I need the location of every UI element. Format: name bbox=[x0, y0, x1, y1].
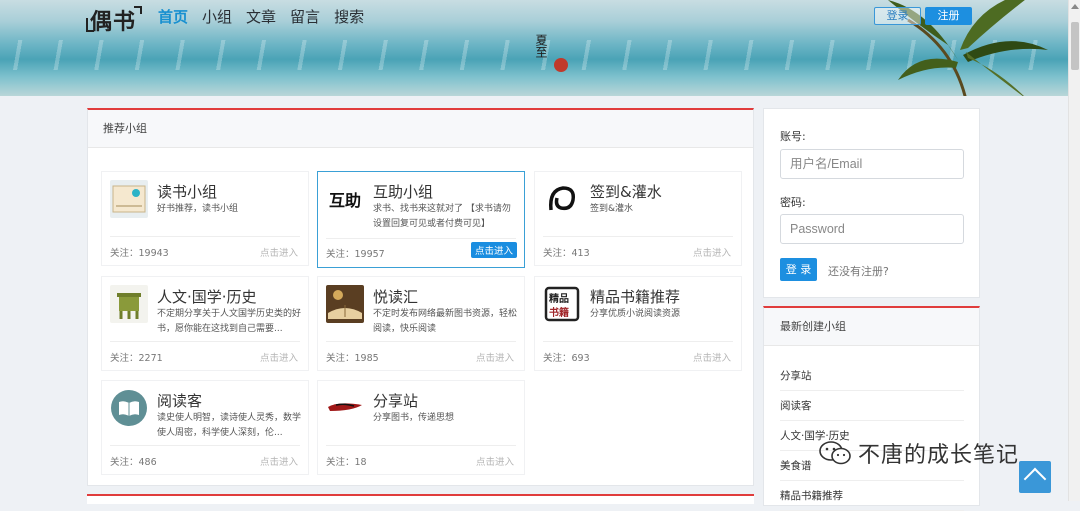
header-banner: 偶书 首页 小组 文章 留言 搜索 夏至 登录 注册 bbox=[0, 0, 1068, 96]
logo-text: 偶书 bbox=[90, 9, 137, 35]
new-group-item[interactable]: 分享站 bbox=[780, 361, 964, 391]
group-card[interactable]: 分享站 分享图书，传递思想 关注：18 点击进入 bbox=[317, 380, 525, 475]
divider bbox=[326, 238, 516, 239]
group-followers: 关注：18 bbox=[326, 457, 367, 468]
svg-text:互助: 互助 bbox=[329, 191, 361, 210]
divider bbox=[110, 236, 300, 237]
group-desc: 不定期分享关于人文国学历史类的好书，愿你能在这找到自己需要... bbox=[157, 309, 302, 334]
group-desc: 求书、找书来这就对了 【求书请勿设置回复可见或者付费可见】 bbox=[373, 204, 511, 229]
divider bbox=[543, 341, 733, 342]
scroll-up-arrow-icon[interactable] bbox=[1071, 4, 1079, 9]
back-to-top-button[interactable] bbox=[1019, 461, 1051, 493]
group-card[interactable]: 读书小组 好书推荐，读书小组 关注：19943 点击进入 bbox=[101, 171, 309, 266]
group-title[interactable]: 分享站 bbox=[373, 390, 418, 411]
group-title[interactable]: 签到&灌水 bbox=[590, 181, 662, 202]
divider bbox=[543, 236, 733, 237]
header-register-button[interactable]: 注册 bbox=[925, 7, 972, 25]
logo-bracket-left bbox=[86, 18, 94, 32]
up-arrow-icon bbox=[1023, 467, 1047, 491]
enter-link[interactable]: 点击进入 bbox=[260, 350, 298, 364]
group-followers: 关注：693 bbox=[543, 353, 590, 364]
scrollbar-thumb[interactable] bbox=[1071, 22, 1079, 70]
group-title[interactable]: 精品书籍推荐 bbox=[590, 286, 680, 307]
group-title[interactable]: 读书小组 bbox=[157, 181, 217, 202]
group-card[interactable]: 悦读汇 不定时发布网络最新图书资源，轻松阅读，快乐阅读 关注：1985 点击进入 bbox=[317, 276, 525, 371]
open-book-photo-icon bbox=[326, 285, 364, 323]
calligraphy-huzhu-icon: 互助 bbox=[326, 180, 364, 218]
main-nav: 首页 小组 文章 留言 搜索 bbox=[158, 6, 364, 27]
group-followers: 关注：1985 bbox=[326, 353, 379, 364]
account-label: 账号: bbox=[780, 130, 806, 143]
recommended-groups-panel: 推荐小组 读书小组 好书推荐，读书小组 关注：19943 点击进入 互助 互助小… bbox=[87, 108, 754, 486]
group-desc: 签到&灌水 bbox=[590, 204, 634, 214]
group-followers: 关注：486 bbox=[110, 457, 157, 468]
svg-text:精品: 精品 bbox=[549, 292, 569, 305]
nav-home[interactable]: 首页 bbox=[158, 6, 188, 27]
nav-search[interactable]: 搜索 bbox=[334, 6, 364, 27]
logo-bracket-right bbox=[134, 6, 143, 14]
site-logo[interactable]: 偶书 bbox=[86, 4, 143, 36]
svg-text:书籍: 书籍 bbox=[549, 306, 569, 319]
group-card[interactable]: 精品 书籍 精品书籍推荐 分享优质小说阅读资源 关注：693 点击进入 bbox=[534, 276, 742, 371]
enter-link[interactable]: 点击进入 bbox=[260, 245, 298, 259]
enter-link[interactable]: 点击进入 bbox=[693, 245, 731, 259]
panel-title: 推荐小组 bbox=[88, 110, 753, 148]
enter-button[interactable]: 点击进入 bbox=[470, 242, 517, 258]
swirl-logo-icon bbox=[543, 180, 581, 218]
nav-groups[interactable]: 小组 bbox=[202, 6, 232, 27]
group-card[interactable]: 人文·国学·历史 不定期分享关于人文国学历史类的好书，愿你能在这找到自己需要..… bbox=[101, 276, 309, 371]
password-label: 密码: bbox=[780, 196, 806, 209]
group-desc: 好书推荐，读书小组 bbox=[157, 204, 239, 214]
group-title[interactable]: 人文·国学·历史 bbox=[157, 286, 257, 307]
group-followers: 关注：2271 bbox=[110, 353, 163, 364]
enter-link[interactable]: 点击进入 bbox=[476, 350, 514, 364]
book-circle-icon bbox=[111, 390, 147, 426]
wechat-icon bbox=[819, 441, 851, 465]
group-card[interactable]: 互助 互助小组 求书、找书来这就对了 【求书请勿设置回复可见或者付费可见】 关注… bbox=[317, 171, 525, 268]
wechat-watermark: 不唐的成长笔记 bbox=[818, 437, 1019, 469]
banner-seal-text: 夏至 bbox=[534, 34, 548, 58]
enter-link[interactable]: 点击进入 bbox=[476, 454, 514, 468]
group-desc: 分享优质小说阅读资源 bbox=[590, 309, 681, 319]
reading-book-icon bbox=[110, 180, 148, 218]
group-title[interactable]: 互助小组 bbox=[373, 181, 433, 202]
header-login-button[interactable]: 登录 bbox=[874, 7, 921, 25]
red-seal-stamp-icon bbox=[554, 58, 568, 72]
next-panel-edge bbox=[87, 494, 754, 504]
watermark-text: 不唐的成长笔记 bbox=[858, 443, 1020, 468]
nav-messages[interactable]: 留言 bbox=[290, 6, 320, 27]
enter-link[interactable]: 点击进入 bbox=[260, 454, 298, 468]
account-input[interactable]: 用户名/Email bbox=[780, 149, 964, 179]
new-group-item[interactable]: 阅读客 bbox=[780, 391, 964, 421]
group-desc: 不定时发布网络最新图书资源，轻松阅读，快乐阅读 bbox=[373, 309, 518, 334]
enter-link[interactable]: 点击进入 bbox=[693, 350, 731, 364]
password-input[interactable]: Password bbox=[780, 214, 964, 244]
nav-articles[interactable]: 文章 bbox=[246, 6, 276, 27]
brush-stroke-icon bbox=[326, 389, 364, 427]
page-scrollbar[interactable] bbox=[1068, 0, 1080, 501]
divider bbox=[110, 445, 300, 446]
new-groups-title: 最新创建小组 bbox=[764, 308, 979, 346]
group-desc: 分享图书，传递思想 bbox=[373, 413, 455, 423]
divider bbox=[326, 341, 516, 342]
group-card[interactable]: 签到&灌水 签到&灌水 关注：413 点击进入 bbox=[534, 171, 742, 266]
new-groups-panel: 最新创建小组 分享站 阅读客 人文·国学·历史 美食谱 精品书籍推荐 bbox=[763, 306, 980, 511]
group-followers: 关注：19943 bbox=[110, 248, 169, 259]
divider bbox=[326, 445, 516, 446]
divider bbox=[110, 341, 300, 342]
login-box: 账号: 用户名/Email 密码: Password 登 录 还没有注册? bbox=[763, 108, 980, 298]
group-followers: 关注：413 bbox=[543, 248, 590, 259]
group-card[interactable]: 阅读客 读史使人明智，读诗使人灵秀，数学使人周密，科学使人深刻，伦... 关注：… bbox=[101, 380, 309, 475]
bronze-ding-icon bbox=[110, 285, 148, 323]
group-title[interactable]: 悦读汇 bbox=[373, 286, 418, 307]
group-followers: 关注：19957 bbox=[326, 249, 385, 260]
not-registered-link[interactable]: 还没有注册? bbox=[828, 263, 889, 279]
group-title[interactable]: 阅读客 bbox=[157, 390, 202, 411]
new-group-item[interactable]: 精品书籍推荐 bbox=[780, 481, 964, 511]
group-desc: 读史使人明智，读诗使人灵秀，数学使人周密，科学使人深刻，伦... bbox=[157, 413, 302, 438]
login-button[interactable]: 登 录 bbox=[780, 258, 817, 281]
jingpin-shuji-seal-icon: 精品书籍 bbox=[543, 285, 581, 323]
